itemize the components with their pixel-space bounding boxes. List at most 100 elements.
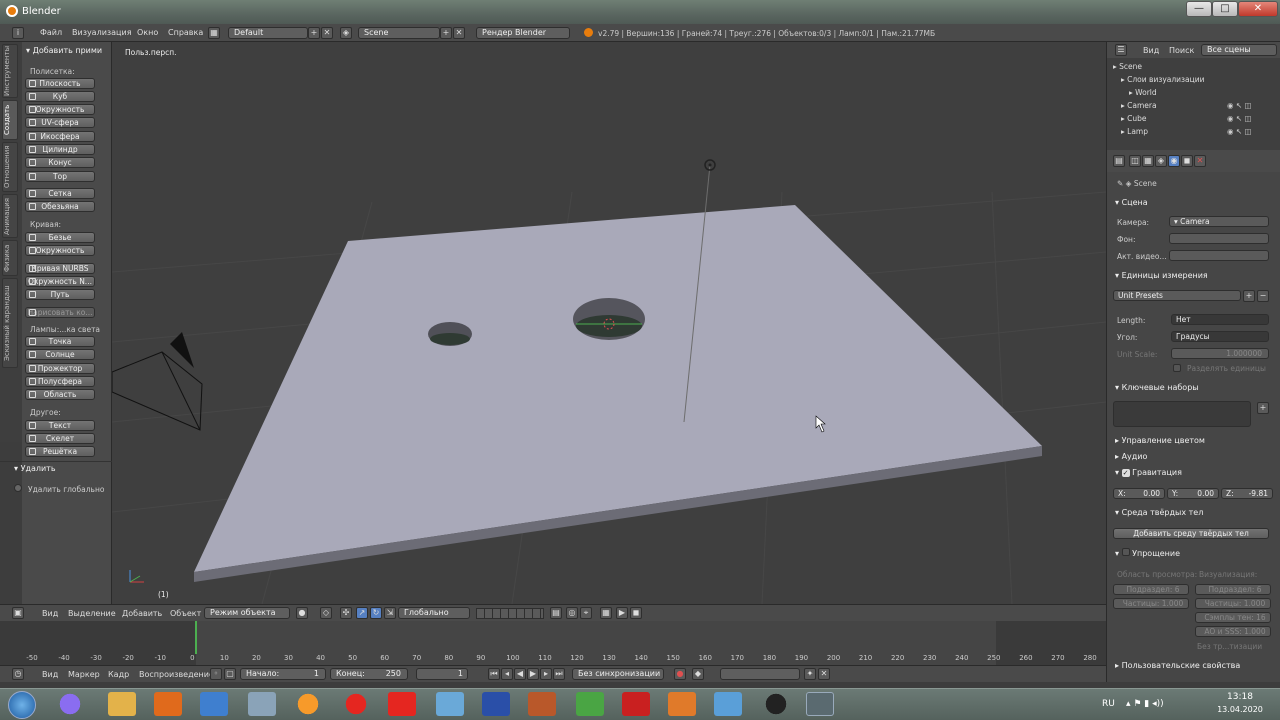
play-icon[interactable]: ▶ bbox=[527, 668, 539, 680]
object-tab-icon[interactable]: ◼ bbox=[1181, 155, 1193, 167]
add-other-button[interactable]: Решётка bbox=[25, 446, 95, 457]
add-lamp-button[interactable]: Область bbox=[25, 389, 95, 400]
visibility-icon[interactable]: ◉ ↖ ◫ bbox=[1227, 101, 1252, 110]
pivot-icon[interactable]: ◇ bbox=[320, 607, 332, 619]
scale-icon[interactable]: ⇲ bbox=[384, 607, 396, 619]
particles-render-field[interactable]: Частицы: 1.000 bbox=[1195, 598, 1271, 609]
start-button[interactable] bbox=[8, 691, 36, 719]
add-curve-button[interactable]: Путь bbox=[25, 289, 95, 300]
tab-physics[interactable]: Физика bbox=[2, 240, 18, 276]
add-mesh-button[interactable]: Цилиндр bbox=[25, 144, 95, 155]
length-select[interactable]: Нет bbox=[1171, 314, 1269, 325]
add-other-button[interactable]: Текст bbox=[25, 420, 95, 431]
add-mesh-button[interactable]: Куб bbox=[25, 91, 95, 102]
outliner-item[interactable]: ▸ Scene bbox=[1113, 62, 1142, 71]
vp-menu-object[interactable]: Объект bbox=[170, 609, 201, 618]
outliner-item[interactable]: ▸ Camera bbox=[1121, 101, 1157, 110]
subdiv-viewport-field[interactable]: Подраздел: 6 bbox=[1113, 584, 1189, 595]
scene-field[interactable]: Scene bbox=[358, 27, 440, 39]
scene-panel-header[interactable]: ▾ Сцена bbox=[1115, 198, 1148, 207]
outliner-editor-icon[interactable]: ☰ bbox=[1115, 44, 1127, 56]
current-frame-field[interactable]: 1 bbox=[416, 668, 468, 680]
timeline[interactable]: -50 -40 -30 -20 -10 0 10 20 30 40 50 60 70 80 90 100 110… bbox=[0, 621, 1106, 665]
add-mesh-button[interactable]: Конус bbox=[25, 157, 95, 168]
gravity-z-field[interactable]: Z: -9.81 bbox=[1221, 488, 1273, 499]
add-scene-icon[interactable]: + bbox=[440, 27, 452, 39]
add-lamp-button[interactable]: Точка bbox=[25, 336, 95, 347]
clock-date[interactable]: 13.04.2020 bbox=[1212, 705, 1268, 714]
keyframe-icon[interactable]: ◦ bbox=[210, 668, 222, 680]
notes-app-icon[interactable] bbox=[436, 692, 464, 716]
yandex-browser-app-icon[interactable] bbox=[342, 692, 370, 716]
add-mesh-button[interactable]: Обезьяна bbox=[25, 201, 95, 212]
add-rigid-world-button[interactable]: Добавить среду твёрдых тел bbox=[1113, 528, 1269, 539]
gravity-checkbox[interactable]: ✓ bbox=[1121, 469, 1130, 477]
unit-presets-select[interactable]: Unit Presets bbox=[1113, 290, 1241, 301]
particles-viewport-field[interactable]: Частицы: 1.000 bbox=[1113, 598, 1189, 609]
lock-layers-icon[interactable]: ▤ bbox=[550, 607, 562, 619]
keying-icon[interactable]: ◆ bbox=[692, 668, 704, 680]
render-tab-icon[interactable]: ◫ bbox=[1129, 155, 1141, 167]
jump-start-icon[interactable]: ⏮ bbox=[488, 668, 500, 680]
vp-menu-add[interactable]: Добавить bbox=[122, 609, 162, 618]
save-app-icon[interactable] bbox=[482, 692, 510, 716]
paint-app-icon[interactable] bbox=[200, 692, 228, 716]
tl-menu-marker[interactable]: Маркер bbox=[68, 670, 100, 679]
outliner-item[interactable]: ▸ Cube bbox=[1121, 114, 1147, 123]
layout-field[interactable]: Default bbox=[228, 27, 308, 39]
add-mesh-button[interactable]: Сетка bbox=[25, 188, 95, 199]
unit-scale-field[interactable]: 1.000000 bbox=[1171, 348, 1269, 359]
layout-grid-icon[interactable]: ▦ bbox=[208, 27, 220, 39]
obs-app-icon[interactable] bbox=[762, 692, 790, 716]
add-preset-icon[interactable]: + bbox=[1243, 290, 1255, 302]
add-keying-set-icon[interactable]: + bbox=[1257, 402, 1269, 414]
outliner-filter-select[interactable]: Все сцены bbox=[1201, 44, 1277, 56]
tab-create[interactable]: Создать bbox=[2, 100, 18, 140]
orientation-select[interactable]: Глобально bbox=[398, 607, 470, 619]
snap-icon[interactable]: ⌖ bbox=[580, 607, 592, 619]
separate-units-checkbox[interactable] bbox=[1173, 364, 1181, 372]
simplify-checkbox[interactable] bbox=[1121, 548, 1130, 556]
jump-end-icon[interactable]: ⏭ bbox=[553, 668, 565, 680]
render-engine-select[interactable]: Рендер Blender bbox=[476, 27, 570, 39]
keying-sets-list[interactable] bbox=[1113, 401, 1251, 427]
units-panel-header[interactable]: ▾ Единицы измерения bbox=[1115, 271, 1208, 280]
tab-animation[interactable]: Анимация bbox=[2, 194, 18, 238]
add-mesh-button[interactable]: Окружность bbox=[25, 104, 95, 115]
add-curve-button[interactable]: Нарисовать ко... bbox=[25, 307, 95, 318]
add-layout-icon[interactable]: + bbox=[308, 27, 320, 39]
remove-scene-icon[interactable]: ✕ bbox=[453, 27, 465, 39]
color-management-header[interactable]: ▸ Управление цветом bbox=[1115, 436, 1205, 445]
prev-key-icon[interactable]: ◂ bbox=[501, 668, 513, 680]
world-tab-icon[interactable]: ◉ bbox=[1168, 155, 1180, 167]
audio-header[interactable]: ▸ Аудио bbox=[1115, 452, 1147, 461]
delete-key-icon[interactable]: ✕ bbox=[818, 668, 830, 680]
props-editor-icon[interactable]: ▤ bbox=[1113, 155, 1125, 167]
background-field[interactable] bbox=[1169, 233, 1269, 244]
manipulator-icon[interactable]: ✣ bbox=[340, 607, 352, 619]
add-mesh-button[interactable]: Плоскость bbox=[25, 78, 95, 89]
delete-global-checkbox[interactable] bbox=[14, 484, 22, 492]
3d-viewport[interactable]: Польз.персп. (1) bbox=[112, 42, 1106, 604]
visibility-icon[interactable]: ◉ ↖ ◫ bbox=[1227, 127, 1252, 136]
vp-menu-view[interactable]: Вид bbox=[42, 609, 58, 618]
language-indicator[interactable]: RU bbox=[1102, 699, 1115, 709]
render-layers-tab-icon[interactable]: ▦ bbox=[1142, 155, 1154, 167]
tab-grease-pencil[interactable]: Эскизный карандаш bbox=[2, 278, 18, 368]
add-curve-button[interactable]: Окружность bbox=[25, 245, 95, 256]
lock-icon[interactable]: ▢ bbox=[224, 668, 236, 680]
current-frame-marker[interactable] bbox=[195, 621, 197, 654]
ao-sss-field[interactable]: AO и SSS: 1.000 bbox=[1195, 626, 1271, 637]
calculator-app-icon[interactable] bbox=[248, 692, 276, 716]
view-editor-icon[interactable]: ▣ bbox=[12, 607, 24, 619]
tab-relations[interactable]: Отношения bbox=[2, 142, 18, 192]
start-frame-field[interactable]: Начало: 1 bbox=[240, 668, 326, 680]
media-player-app-icon[interactable] bbox=[154, 692, 182, 716]
visibility-icon[interactable]: ◉ ↖ ◫ bbox=[1227, 114, 1252, 123]
outliner-item[interactable]: ▸ Слои визуализации bbox=[1121, 75, 1204, 84]
rigid-body-header[interactable]: ▾ Среда твёрдых тел bbox=[1115, 508, 1203, 517]
maximize-button[interactable]: □ bbox=[1212, 1, 1238, 17]
alice-app-icon[interactable] bbox=[56, 692, 84, 716]
photo-app-icon[interactable] bbox=[668, 692, 696, 716]
tl-menu-playback[interactable]: Воспроизведение bbox=[139, 670, 214, 679]
